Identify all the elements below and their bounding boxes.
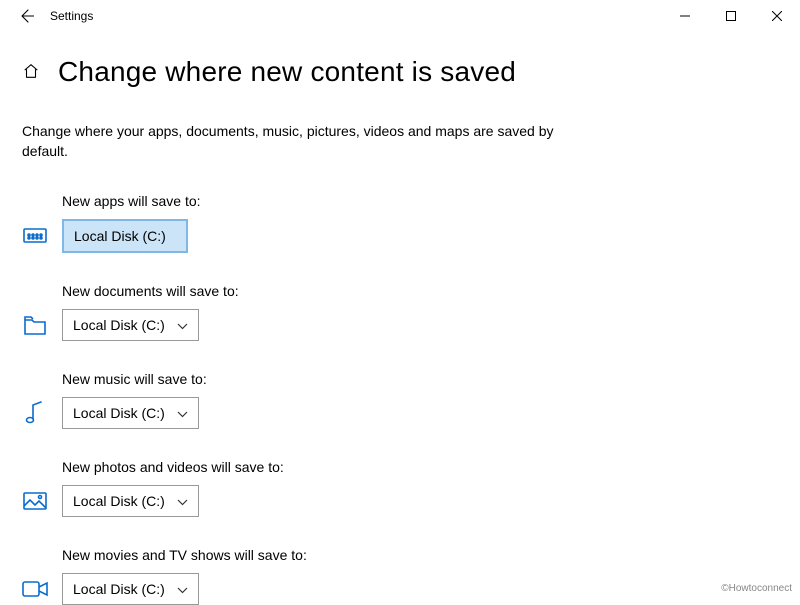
- setting-movies: New movies and TV shows will save to: Lo…: [22, 547, 778, 605]
- watermark: ©Howtoconnect: [721, 583, 792, 594]
- movies-location-dropdown[interactable]: Local Disk (C:): [62, 573, 199, 605]
- documents-icon: [22, 314, 48, 336]
- home-icon[interactable]: [22, 62, 40, 83]
- dropdown-value: Local Disk (C:): [74, 228, 166, 244]
- setting-music: New music will save to: Local Disk (C:): [22, 371, 778, 429]
- minimize-icon: [680, 11, 690, 21]
- page-content: Change where new content is saved Change…: [0, 32, 800, 605]
- setting-documents-label: New documents will save to:: [22, 283, 778, 299]
- window-title: Settings: [50, 9, 93, 23]
- close-icon: [772, 11, 782, 21]
- setting-music-label: New music will save to:: [22, 371, 778, 387]
- chevron-down-icon: [177, 493, 188, 509]
- documents-location-dropdown[interactable]: Local Disk (C:): [62, 309, 199, 341]
- photos-location-dropdown[interactable]: Local Disk (C:): [62, 485, 199, 517]
- apps-icon: [22, 225, 48, 247]
- dropdown-value: Local Disk (C:): [73, 405, 165, 421]
- maximize-button[interactable]: [708, 0, 754, 32]
- apps-location-dropdown[interactable]: Local Disk (C:): [62, 219, 188, 253]
- setting-movies-label: New movies and TV shows will save to:: [22, 547, 778, 563]
- photos-icon: [22, 490, 48, 512]
- setting-documents: New documents will save to: Local Disk (…: [22, 283, 778, 341]
- setting-apps-label: New apps will save to:: [22, 193, 778, 209]
- maximize-icon: [726, 11, 736, 21]
- setting-apps: New apps will save to: Local Disk (C:): [22, 193, 778, 253]
- page-description: Change where your apps, documents, music…: [22, 122, 562, 161]
- chevron-down-icon: [177, 405, 188, 421]
- heading-row: Change where new content is saved: [22, 56, 778, 88]
- back-button[interactable]: [10, 0, 42, 32]
- movies-icon: [22, 578, 48, 600]
- music-location-dropdown[interactable]: Local Disk (C:): [62, 397, 199, 429]
- page-title: Change where new content is saved: [58, 56, 516, 88]
- setting-photos: New photos and videos will save to: Loca…: [22, 459, 778, 517]
- dropdown-value: Local Disk (C:): [73, 493, 165, 509]
- minimize-button[interactable]: [662, 0, 708, 32]
- window-controls: [662, 0, 800, 32]
- chevron-down-icon: [177, 317, 188, 333]
- close-button[interactable]: [754, 0, 800, 32]
- dropdown-value: Local Disk (C:): [73, 317, 165, 333]
- music-icon: [22, 402, 48, 424]
- titlebar: Settings: [0, 0, 800, 32]
- setting-photos-label: New photos and videos will save to:: [22, 459, 778, 475]
- arrow-left-icon: [18, 8, 34, 24]
- dropdown-value: Local Disk (C:): [73, 581, 165, 597]
- chevron-down-icon: [177, 581, 188, 597]
